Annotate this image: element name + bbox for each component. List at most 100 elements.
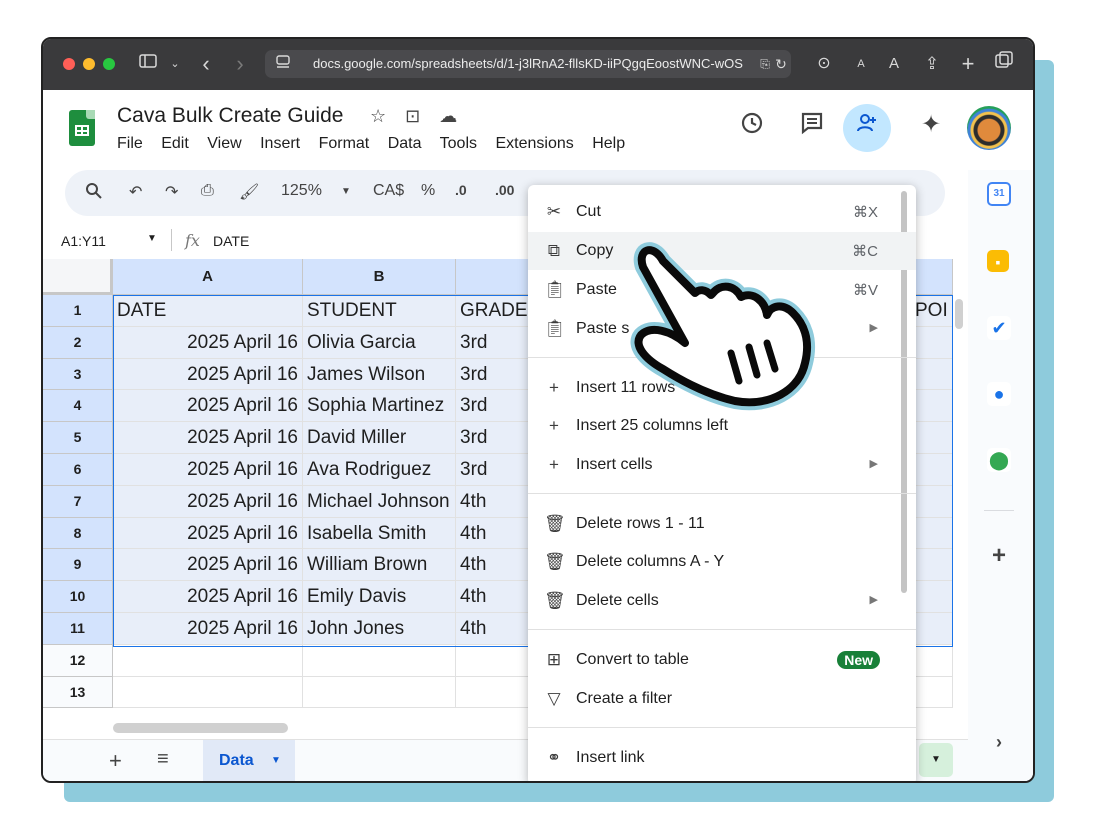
move-folder-icon[interactable]: ⊡ <box>405 106 420 126</box>
star-icon[interactable]: ☆ <box>370 106 386 126</box>
get-addons-icon[interactable]: + <box>987 544 1011 568</box>
translate-icon[interactable]: ⎘ <box>757 51 773 77</box>
menu-help[interactable]: Help <box>592 135 625 152</box>
new-tab-icon[interactable]: + <box>957 51 979 77</box>
menu-format[interactable]: Format <box>319 135 370 152</box>
menu-item-convert-to-table[interactable]: ⊞ Convert to table New <box>528 641 916 679</box>
cell-date[interactable] <box>113 676 303 709</box>
explore-button[interactable]: ▼ <box>919 743 953 777</box>
gemini-sparkle-icon[interactable]: ✦ <box>921 110 941 139</box>
menu-data[interactable]: Data <box>388 135 422 152</box>
menu-item-delete-cells[interactable]: 🗑︎ Delete cells ▶ <box>528 582 916 620</box>
menu-tools[interactable]: Tools <box>440 135 477 152</box>
contacts-icon[interactable]: ● <box>987 382 1011 406</box>
tab-overview-icon[interactable] <box>993 51 1015 77</box>
column-header-a[interactable]: A <box>113 259 303 295</box>
cell-student[interactable]: Ava Rodriguez <box>303 454 456 486</box>
currency-format-button[interactable]: CA$ <box>373 182 404 200</box>
cell-student[interactable]: David Miller <box>303 422 456 454</box>
version-history-icon[interactable] <box>739 110 765 142</box>
column-header-b[interactable]: B <box>303 259 456 295</box>
text-size-large-button[interactable]: A <box>885 51 903 77</box>
cell-date[interactable]: 2025 April 16 <box>113 422 303 454</box>
paint-format-icon[interactable]: 🖌︎ <box>239 182 259 202</box>
cell-date[interactable]: 2025 April 16 <box>113 613 303 645</box>
cell-points-header[interactable]: POI <box>915 295 953 327</box>
row-header[interactable]: 3 <box>43 358 113 391</box>
menu-edit[interactable]: Edit <box>161 135 189 152</box>
sidebar-toggle-icon[interactable] <box>135 51 161 77</box>
menu-file[interactable]: File <box>117 135 143 152</box>
menu-view[interactable]: View <box>207 135 241 152</box>
decrease-decimal-button[interactable]: .0 <box>455 182 467 198</box>
row-header[interactable]: 9 <box>43 549 113 582</box>
cell-student[interactable] <box>303 644 456 677</box>
percent-format-button[interactable]: % <box>421 182 435 200</box>
cell-student[interactable]: Sophia Martinez <box>303 390 456 423</box>
menu-item-create-filter[interactable]: ▽ Create a filter <box>528 680 916 718</box>
menu-item-cut[interactable]: ✂ Cut ⌘X <box>528 193 916 231</box>
menu-item-delete-columns[interactable]: 🗑︎ Delete columns A - Y <box>528 543 916 581</box>
zoom-window-button[interactable] <box>103 58 115 70</box>
sheet-tab-data[interactable]: Data ▼ <box>203 740 295 781</box>
cell-date[interactable]: 2025 April 16 <box>113 549 303 582</box>
redo-icon[interactable]: ↷ <box>165 182 178 202</box>
row-header[interactable]: 10 <box>43 581 113 613</box>
sheets-logo-icon[interactable] <box>69 110 95 146</box>
row-header[interactable]: 13 <box>43 676 113 709</box>
menu-item-delete-rows[interactable]: 🗑︎ Delete rows 1 - 11 <box>528 505 916 543</box>
cell-student[interactable]: STUDENT <box>303 295 456 327</box>
cell-student[interactable]: Isabella Smith <box>303 517 456 550</box>
print-icon[interactable]: ⎙ <box>201 182 214 200</box>
sheet-tab-chevron-icon[interactable]: ▼ <box>271 755 281 766</box>
close-window-button[interactable] <box>63 58 75 70</box>
text-size-small-button[interactable]: A <box>853 51 869 77</box>
expand-panel-icon[interactable]: › <box>987 730 1011 754</box>
row-header[interactable]: 8 <box>43 517 113 550</box>
menu-item-insert-link[interactable]: ⚭ Insert link <box>528 739 916 777</box>
cell-date[interactable] <box>113 644 303 677</box>
all-sheets-icon[interactable]: ≡ <box>157 748 169 771</box>
cell-student[interactable]: James Wilson <box>303 358 456 391</box>
share-icon[interactable]: ⇪ <box>921 51 943 77</box>
cell-student[interactable]: John Jones <box>303 613 456 645</box>
cell-student[interactable] <box>303 676 456 709</box>
cell-student[interactable]: Michael Johnson <box>303 485 456 518</box>
document-title[interactable]: Cava Bulk Create Guide <box>117 104 343 128</box>
account-avatar[interactable] <box>967 106 1011 150</box>
row-header[interactable]: 2 <box>43 326 113 359</box>
horizontal-scrollbar[interactable] <box>113 723 288 733</box>
back-icon[interactable]: ‹ <box>195 51 217 77</box>
row-header[interactable]: 5 <box>43 422 113 454</box>
cell-student[interactable]: Emily Davis <box>303 581 456 613</box>
menu-extensions[interactable]: Extensions <box>495 135 573 152</box>
row-header[interactable]: 6 <box>43 454 113 486</box>
zoom-select[interactable]: 125% <box>281 182 322 200</box>
cell-date[interactable]: 2025 April 16 <box>113 581 303 613</box>
cell-date[interactable]: 2025 April 16 <box>113 517 303 550</box>
cell-student[interactable]: Olivia Garcia <box>303 326 456 359</box>
address-bar[interactable]: docs.google.com/spreadsheets/d/1-j3lRnA2… <box>265 50 791 78</box>
cell-date[interactable]: DATE <box>113 295 303 327</box>
reload-icon[interactable]: ↻ <box>773 51 789 77</box>
search-menus-icon[interactable] <box>85 182 103 205</box>
undo-icon[interactable]: ↶ <box>129 182 142 202</box>
cell-date[interactable]: 2025 April 16 <box>113 390 303 423</box>
cell-date[interactable]: 2025 April 16 <box>113 358 303 391</box>
cell-date[interactable]: 2025 April 16 <box>113 485 303 518</box>
cell-date[interactable]: 2025 April 16 <box>113 326 303 359</box>
page-settings-icon[interactable] <box>273 51 293 77</box>
maps-icon[interactable]: ⬤ <box>987 448 1011 472</box>
increase-decimal-button[interactable]: .00 <box>495 182 514 198</box>
calendar-icon[interactable]: 31 <box>987 182 1011 206</box>
name-box[interactable]: A1:Y11 <box>61 233 106 249</box>
minimize-window-button[interactable] <box>83 58 95 70</box>
menu-item-insert-cells[interactable]: + Insert cells ▶ <box>528 446 916 484</box>
chevron-down-icon[interactable]: ⌄ <box>167 51 183 77</box>
cell-student[interactable]: William Brown <box>303 549 456 582</box>
formula-input[interactable]: DATE <box>213 233 249 249</box>
menu-insert[interactable]: Insert <box>260 135 300 152</box>
row-header[interactable]: 11 <box>43 613 113 645</box>
cloud-status-icon[interactable]: ☁ <box>439 106 457 126</box>
vertical-scrollbar[interactable] <box>955 299 963 329</box>
